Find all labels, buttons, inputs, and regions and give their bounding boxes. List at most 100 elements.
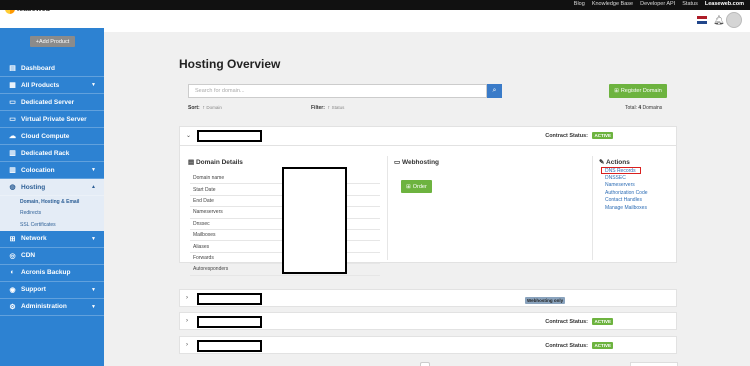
sort-control[interactable]: Sort: ↑ Domain [188, 105, 222, 111]
domain-card[interactable]: › Webhosting only [179, 289, 677, 307]
chevron-down-icon: ▼ [91, 235, 96, 242]
redacted-domain [197, 130, 262, 142]
sidebar-item-label: Dedicated Server [21, 98, 75, 106]
contract-status-label: Contract Status: [545, 319, 588, 325]
domain-card[interactable]: › Contract Status: ACTIVE [179, 336, 677, 354]
sidebar-item-all-products[interactable]: ▦ All Products ▼ [0, 77, 104, 94]
filter-control[interactable]: Filter: ↑ Status [311, 105, 344, 111]
grid-icon: ▦ [9, 82, 16, 89]
page-size-select[interactable] [630, 362, 678, 366]
action-link-nameservers[interactable]: Nameservers [602, 182, 648, 189]
redacted-domain [197, 293, 262, 305]
backup-icon: ◐ [10, 269, 15, 276]
divider [387, 156, 388, 260]
action-link-dnssec[interactable]: DNSSEC [602, 174, 648, 181]
network-icon: ⊞ [9, 235, 16, 243]
top-link-knowledge-base[interactable]: Knowledge Base [592, 1, 633, 7]
top-link-developer-api[interactable]: Developer API [640, 1, 675, 7]
total-number: 4 [638, 105, 642, 111]
top-link-leaseweb[interactable]: Leaseweb.com [705, 1, 744, 7]
action-link-dns-records[interactable]: DNS Records [601, 167, 641, 175]
sidebar-item-virtual-private-server[interactable]: ▭ Virtual Private Server [0, 111, 104, 128]
sidebar-item-network[interactable]: ⊞ Network ▼ [0, 231, 104, 248]
submenu-item[interactable]: SSL Certificates [0, 219, 104, 231]
action-link-contact-handles[interactable]: Contact Handles [602, 197, 648, 204]
submenu-item[interactable]: Domain, Hosting & Email [0, 196, 104, 208]
chevron-right-icon[interactable]: › [186, 342, 188, 348]
register-domain-label: Register Domain [620, 88, 662, 94]
admin-icon: ⚙ [9, 303, 16, 311]
domain-card-header[interactable]: ⌄ Contract Status: ACTIVE [180, 127, 676, 145]
hosting-submenu: Domain, Hosting & Email Redirects SSL Cert… [0, 196, 104, 231]
page-title: Hosting Overview [179, 57, 281, 71]
sidebar-item-colocation[interactable]: ▥ Colocation ▼ [0, 162, 104, 179]
filter-label: Filter: [311, 105, 325, 111]
actions-title: ✎ Actions [599, 159, 630, 166]
total-label: Total: [625, 105, 637, 111]
header: 🔔︎ [104, 10, 750, 32]
sidebar-item-label: Support [21, 286, 46, 293]
sidebar-item-label: All Products [21, 81, 60, 89]
sidebar-item-label: Network [21, 235, 47, 242]
sidebar-item-dashboard[interactable]: ▤ Dashboard [0, 60, 104, 77]
chevron-down-icon: ▼ [91, 167, 96, 173]
sidebar-item-label: CDN [21, 252, 36, 259]
globe-icon: ◍ [9, 184, 16, 191]
sort-arrow-icon: ↑ [201, 105, 205, 111]
webhosting-title: ▭ Webhosting [394, 159, 440, 166]
sidebar-item-support[interactable]: ◉ Support ▼ [0, 282, 104, 299]
sidebar-item-label: Hosting [21, 183, 46, 191]
chevron-right-icon[interactable]: › [186, 295, 188, 301]
order-icon: ⊞ [406, 183, 411, 190]
search-icon[interactable]: ⌕ [487, 84, 502, 98]
top-link-status[interactable]: Status [682, 1, 698, 7]
domain-card[interactable]: › Contract Status: ACTIVE [179, 312, 677, 330]
sidebar-item-acronis-backup[interactable]: ◐ Acronis Backup [0, 265, 104, 282]
monitor-icon: ▭ [394, 159, 402, 166]
sidebar-item-dedicated-rack[interactable]: ▥ Dedicated Rack [0, 145, 104, 162]
sidebar-item-cdn[interactable]: ◎ CDN [0, 248, 104, 265]
avatar[interactable] [726, 12, 742, 28]
action-link-manage-mailboxes[interactable]: Manage Mailboxes [602, 204, 648, 211]
vps-icon: ▭ [9, 116, 16, 123]
order-button[interactable]: ⊞ Order [401, 180, 432, 193]
dashboard-icon: ▤ [9, 65, 16, 72]
pagination-control[interactable] [420, 362, 430, 366]
bell-icon[interactable]: 🔔︎ [713, 15, 724, 26]
sidebar-item-label: Colocation [21, 166, 55, 174]
webhosting-only-badge: Webhosting only [525, 297, 566, 304]
sidebar-item-administration[interactable]: ⚙ Administration ▼ [0, 299, 104, 316]
add-product-button[interactable]: +Add Product [30, 36, 75, 47]
domain-card-expanded: ⌄ Contract Status: ACTIVE ▤ Domain Detai… [179, 126, 677, 276]
sidebar-nav: ▤ Dashboard ▦ All Products ▼ ▭ Dedicated Serve… [0, 60, 104, 316]
submenu-item[interactable]: Redirects [0, 208, 104, 220]
total-suffix: Domains [642, 105, 663, 111]
chevron-up-icon: ▲ [91, 184, 96, 190]
register-domain-button[interactable]: ⊞ Register Domain [609, 84, 667, 98]
top-links: Blog Knowledge Base Developer API Status… [574, 1, 744, 7]
chevron-down-icon[interactable]: ⌄ [186, 132, 191, 139]
redacted-domain [197, 340, 262, 352]
chevron-down-icon: ▼ [91, 303, 96, 310]
sidebar-item-dedicated-server[interactable]: ▭ Dedicated Server [0, 94, 104, 111]
sidebar-item-cloud-compute[interactable]: ☁ Cloud Compute [0, 128, 104, 145]
search-input[interactable]: Search for domain... [188, 84, 487, 98]
domain-details-title: ▤ Domain Details [188, 159, 243, 166]
colocation-icon: ▥ [9, 167, 16, 174]
action-link-authorization-code[interactable]: Authorization Code [602, 189, 648, 196]
details-icon: ▤ [188, 159, 196, 166]
redacted-details [282, 167, 347, 274]
total-count: Total: 4 Domains [625, 105, 662, 111]
contract-status-label: Contract Status: [545, 133, 588, 139]
domain-card-body: ▤ Domain Details Domain name Start Date En… [180, 145, 676, 276]
netherlands-flag-icon[interactable] [697, 16, 707, 24]
sidebar-item-label: Dedicated Rack [21, 149, 70, 157]
chevron-right-icon[interactable]: › [186, 318, 188, 324]
chevron-down-icon: ▼ [91, 286, 96, 293]
sidebar-item-hosting[interactable]: ◍ Hosting ▲ [0, 179, 104, 196]
contract-status-label: Contract Status: [545, 343, 588, 349]
top-link-blog[interactable]: Blog [574, 1, 585, 7]
support-icon: ◉ [9, 286, 16, 294]
sort-label: Sort: [188, 105, 200, 111]
order-label: Order [412, 183, 427, 190]
